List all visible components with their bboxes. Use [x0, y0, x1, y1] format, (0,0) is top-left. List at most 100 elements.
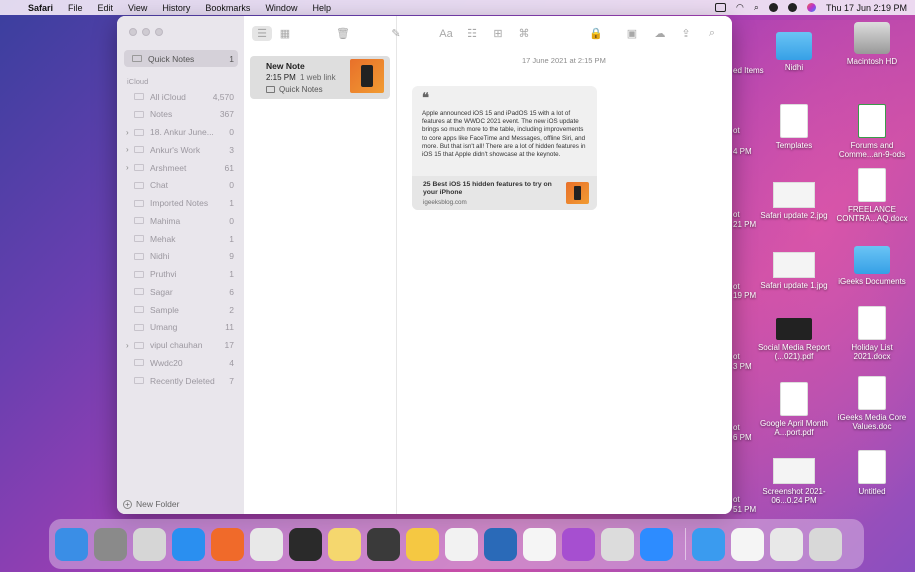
sidebar-item-folder[interactable]: › Ankur's Work 3: [124, 141, 238, 158]
new-folder-button[interactable]: + New Folder: [123, 499, 179, 509]
zoom-button[interactable]: [155, 28, 163, 36]
desktop-item[interactable]: Safari update 2.jpg: [754, 182, 834, 220]
dock-app-preview-icon[interactable]: [601, 527, 634, 561]
trash-icon[interactable]: 🗑: [334, 26, 352, 41]
sidebar-item-folder[interactable]: Imported Notes 1: [124, 195, 238, 212]
menu-view[interactable]: View: [128, 3, 147, 13]
window-controls: [129, 28, 163, 36]
desktop-item[interactable]: Screenshot 2021-06...0.24 PM: [754, 458, 834, 505]
dock-app-safari-icon[interactable]: [692, 527, 725, 561]
close-button[interactable]: [129, 28, 137, 36]
dock-app-trash-icon[interactable]: [809, 527, 842, 561]
menu-file[interactable]: File: [68, 3, 83, 13]
gallery-view-icon[interactable]: ▦: [276, 26, 294, 41]
sidebar-item-folder[interactable]: Recently Deleted 7: [124, 372, 238, 389]
battery-icon[interactable]: [715, 3, 727, 12]
dock-app-zoom-icon[interactable]: [640, 527, 673, 561]
dock-app-thunderbird-icon[interactable]: [484, 527, 517, 561]
menu-app-name[interactable]: Safari: [28, 3, 53, 13]
chevron-right-icon[interactable]: ›: [126, 163, 129, 172]
control-center-icon[interactable]: [787, 3, 797, 12]
checklist-icon[interactable]: ☷: [463, 26, 481, 41]
dock-app-photo-slideshow-icon[interactable]: [770, 527, 803, 561]
dock-app-reminders-icon[interactable]: [406, 527, 439, 561]
minimize-button[interactable]: [142, 28, 150, 36]
sidebar-item-folder[interactable]: Sagar 6: [124, 283, 238, 300]
dock-app-document-icon[interactable]: [731, 527, 764, 561]
dock-app-basecamp-icon[interactable]: [289, 527, 322, 561]
desktop-partial-label: ot: [733, 210, 740, 219]
sidebar-item-folder[interactable]: Sample 2: [124, 301, 238, 318]
sidebar-item-folder[interactable]: Nidhi 9: [124, 248, 238, 265]
folder-label: Pruthvi: [150, 269, 177, 279]
desktop-item[interactable]: Templates: [754, 104, 834, 150]
sidebar-item-folder[interactable]: Wwdc20 4: [124, 354, 238, 371]
sidebar-item-folder[interactable]: Umang 11: [124, 319, 238, 336]
folder-label: Notes: [150, 109, 173, 120]
list-view-icon[interactable]: ☰: [252, 26, 272, 41]
collaborate-icon[interactable]: ⌘: [515, 26, 533, 41]
wifi-icon[interactable]: ◠: [736, 2, 744, 13]
sidebar-item-folder[interactable]: Mahima 0: [124, 212, 238, 229]
media-icon[interactable]: ▣: [619, 26, 645, 41]
desktop-item[interactable]: Nidhi: [754, 32, 834, 72]
dock-app-feedback-assistant-icon[interactable]: [562, 527, 595, 561]
sidebar-item-folder[interactable]: › 18. Ankur June... 0: [124, 124, 238, 141]
desktop-item[interactable]: Social Media Report (...021).pdf: [754, 318, 834, 361]
desktop-partial-label: ot: [733, 423, 740, 432]
sidebar-item-folder[interactable]: Mehak 1: [124, 230, 238, 247]
link-preview[interactable]: ❝ Apple announced iOS 15 and iPadOS 15 w…: [412, 86, 597, 210]
sidebar-item-folder[interactable]: Pruthvi 1: [124, 266, 238, 283]
dock-app-chrome-icon[interactable]: [250, 527, 283, 561]
menu-edit[interactable]: Edit: [98, 3, 114, 13]
dock-app-system-preferences-icon[interactable]: [94, 527, 127, 561]
note-item[interactable]: New Note 2:15 PM 1 web link Quick Notes: [250, 56, 390, 99]
desktop-item[interactable]: Holiday List 2021.docx: [832, 306, 912, 361]
desktop-item[interactable]: Google April Month A...port.pdf: [754, 382, 834, 437]
share-people-icon[interactable]: ☁: [651, 26, 669, 41]
dock-app-textedit-icon[interactable]: [523, 527, 556, 561]
clock[interactable]: Thu 17 Jun 2:19 PM: [826, 3, 907, 13]
menu-history[interactable]: History: [162, 3, 190, 13]
sidebar-item-folder[interactable]: All iCloud 4,570: [124, 88, 238, 105]
lock-icon[interactable]: 🔒: [585, 26, 607, 41]
siri-icon[interactable]: [806, 3, 816, 12]
chevron-right-icon[interactable]: ›: [126, 341, 129, 350]
dock-app-notes-icon[interactable]: [328, 527, 361, 561]
sidebar-item-folder[interactable]: Chat 0: [124, 177, 238, 194]
menu-window[interactable]: Window: [265, 3, 297, 13]
sidebar-item-folder[interactable]: › Arshmeet 61: [124, 159, 238, 176]
sidebar-item-folder[interactable]: Notes 367: [124, 106, 238, 123]
format-text-icon[interactable]: Aa: [437, 26, 455, 41]
desktop-item[interactable]: Forums and Comme...an-9-ods: [832, 104, 912, 159]
desktop-item[interactable]: Safari update 1.jpg: [754, 252, 834, 290]
desktop-partial-label: ot: [733, 352, 740, 361]
compose-icon[interactable]: ✎: [387, 26, 405, 41]
chevron-right-icon[interactable]: ›: [126, 128, 129, 137]
folder-count: 367: [219, 109, 234, 120]
desktop-item[interactable]: Macintosh HD: [832, 22, 912, 66]
chevron-right-icon[interactable]: ›: [126, 145, 129, 154]
desktop-item[interactable]: iGeeks Documents: [832, 246, 912, 286]
sidebar-item-quick-notes[interactable]: Quick Notes 1: [124, 50, 238, 67]
dock-app-sublime-text-icon[interactable]: [367, 527, 400, 561]
dock-separator: [685, 528, 686, 560]
search-icon[interactable]: ⌕: [754, 2, 759, 13]
sidebar-item-folder[interactable]: › vipul chauhan 17: [124, 337, 238, 354]
menu-help[interactable]: Help: [312, 3, 331, 13]
note-time: 2:15 PM: [266, 73, 296, 82]
dock-app-firefox-icon[interactable]: [211, 527, 244, 561]
desktop-item[interactable]: Untitled: [832, 450, 912, 496]
table-icon[interactable]: ⊞: [489, 26, 507, 41]
dock-app-launchpad-icon[interactable]: [133, 527, 166, 561]
user-icon[interactable]: [768, 3, 778, 12]
dock-app-finder-icon[interactable]: [55, 527, 88, 561]
share-icon[interactable]: ⇪: [677, 26, 695, 41]
desktop-item[interactable]: iGeeks Media Core Values.doc: [832, 376, 912, 431]
dock-app-pages-icon[interactable]: [445, 527, 478, 561]
dock-app-app-store-icon[interactable]: [172, 527, 205, 561]
desktop-item[interactable]: FREELANCE CONTRA...AQ.docx: [832, 168, 912, 223]
search-icon[interactable]: ⌕: [703, 26, 721, 41]
menu-bookmarks[interactable]: Bookmarks: [205, 3, 250, 13]
document-icon: [858, 376, 886, 410]
